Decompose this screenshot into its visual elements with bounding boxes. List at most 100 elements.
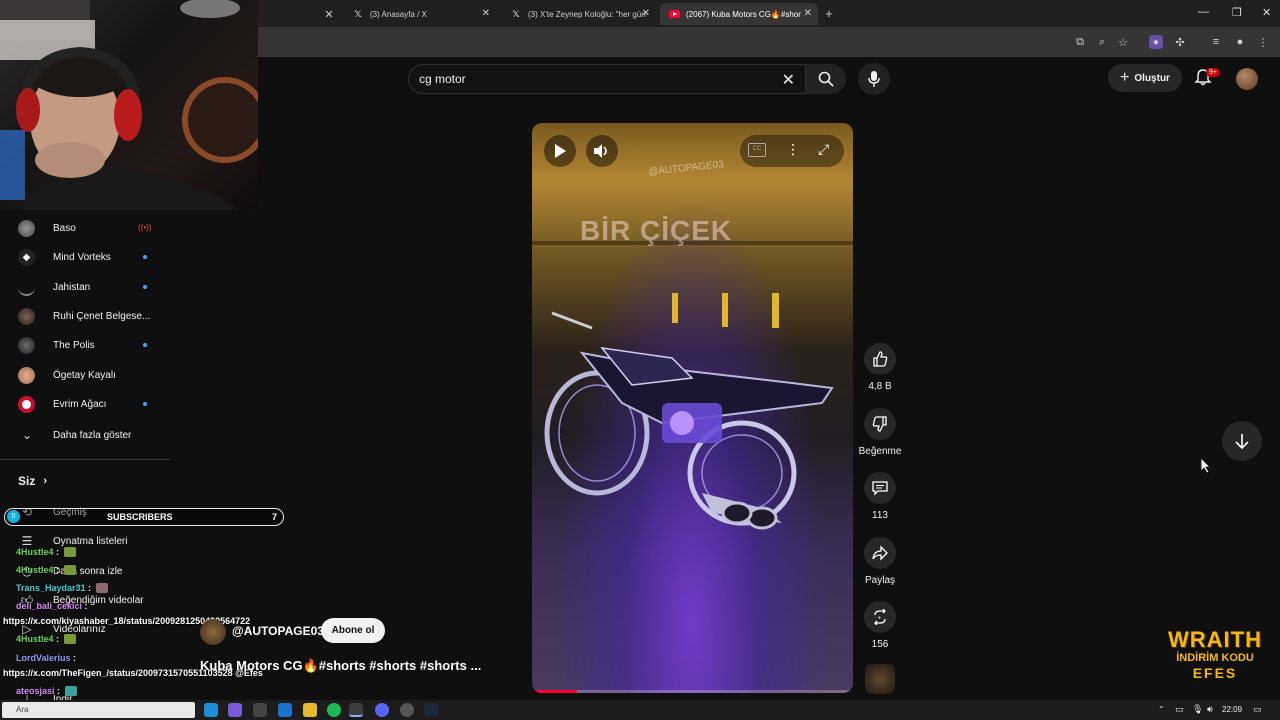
steam-icon[interactable]: [424, 703, 438, 717]
chevron-down-icon: ⌄: [21, 428, 33, 442]
emote-icon: [95, 583, 108, 593]
channel-name[interactable]: @AUTOPAGE03: [232, 624, 324, 638]
browser-tab-1[interactable]: 𝕏 (3) Anasayfa / X ✕: [344, 3, 496, 25]
video-progress-bar[interactable]: [532, 690, 853, 693]
playlist-icon: ☰: [21, 534, 33, 548]
system-tray-chevron-icon[interactable]: ⌃: [1158, 705, 1165, 714]
folder-icon[interactable]: [303, 703, 317, 717]
subscribe-button[interactable]: Abone ol: [321, 618, 385, 643]
browser-tab-active[interactable]: (2067) Kuba Motors CG🔥#shor ✕: [660, 3, 818, 25]
menu-dots-icon[interactable]: ⋮: [1256, 35, 1270, 49]
voice-search-button[interactable]: [858, 63, 890, 95]
play-button[interactable]: [544, 135, 576, 167]
close-tab-icon[interactable]: ✕: [482, 8, 490, 19]
dislike-button[interactable]: [864, 408, 896, 440]
sidebar-item-label: Jahistan: [53, 281, 91, 293]
sidebar-item-subscription[interactable]: ◆ Mind Vorteks: [18, 247, 168, 267]
emote-icon: [63, 565, 76, 575]
extension-icon[interactable]: ◆: [1149, 35, 1163, 49]
avatar: [18, 336, 35, 354]
volume-button[interactable]: [586, 135, 618, 167]
microphone-tray-icon[interactable]: 🎙︎: [1192, 704, 1203, 715]
speaker-icon[interactable]: 🔊︎: [1207, 704, 1213, 715]
spotify-icon[interactable]: [327, 703, 341, 717]
search-input[interactable]: cg motor ✕: [408, 64, 806, 94]
search-icon: [818, 71, 834, 87]
close-tab-icon[interactable]: ✕: [804, 8, 812, 19]
sidebar-item-label: Baso: [53, 222, 76, 234]
video-watermark: @AUTOPAGE03: [647, 159, 725, 178]
close-tab-icon[interactable]: ✕: [642, 8, 650, 19]
remix-button[interactable]: +: [864, 601, 896, 633]
subscriber-label: SUBSCRIBERS: [107, 512, 173, 522]
discord-icon[interactable]: [375, 703, 389, 717]
more-options-icon[interactable]: ⋮: [786, 141, 800, 158]
avatar: [18, 366, 35, 384]
fullscreen-icon[interactable]: ⤢: [818, 141, 829, 158]
captions-icon[interactable]: CC: [748, 143, 766, 157]
clear-search-icon[interactable]: ✕: [782, 70, 795, 90]
media-controls-icon[interactable]: ≡: [1209, 35, 1223, 49]
create-label: Oluştur: [1134, 72, 1170, 84]
bookmark-star-icon[interactable]: ☆: [1116, 35, 1130, 49]
sidebar-item-subscription[interactable]: Baso ((•)): [18, 218, 168, 238]
remix-icon: +: [874, 609, 886, 625]
video-title[interactable]: Kuba Motors CG🔥#shorts #shorts #shorts .…: [200, 658, 481, 674]
windows-taskbar: Ara ⌃ ▭ 🎙︎ 🔊︎ 22:09 ▭: [0, 700, 1280, 720]
app-icon[interactable]: [228, 703, 242, 717]
you-section-header[interactable]: Siz ›: [18, 474, 47, 488]
subscriber-count: 0: [7, 510, 20, 523]
chat-username: LordValerius: [16, 653, 71, 663]
live-icon: ((•)): [138, 223, 152, 232]
sidebar-item-subscription[interactable]: Evrim Ağacı: [18, 394, 168, 414]
search-button[interactable]: [806, 64, 846, 94]
sidebar-item-label: Mind Vorteks: [53, 251, 111, 263]
new-content-dot: [143, 402, 147, 406]
shorts-video-player[interactable]: BİR ÇİÇEK @AUTOPAGE03 CC ⋮ ⤢: [532, 123, 853, 693]
sidebar-item-subscription[interactable]: The Polis: [18, 335, 168, 355]
like-count: 4,8 B: [868, 381, 892, 392]
zoom-icon[interactable]: ⌕: [1095, 35, 1109, 49]
sound-thumbnail[interactable]: [865, 664, 895, 694]
show-more-button[interactable]: ⌄ Daha fazla göster: [18, 428, 131, 442]
notification-badge: 9+: [1206, 68, 1220, 77]
create-button[interactable]: + Oluştur: [1108, 64, 1182, 92]
comments-button[interactable]: [864, 472, 896, 504]
account-avatar[interactable]: [1236, 68, 1258, 90]
store-icon[interactable]: [253, 703, 267, 717]
streamer-webcam-image: [0, 0, 258, 210]
mail-icon[interactable]: [278, 703, 292, 717]
close-window-icon[interactable]: ✕: [1262, 6, 1271, 19]
network-icon[interactable]: ▭: [1175, 704, 1184, 715]
avatar: [18, 307, 35, 325]
thumbs-up-icon: [873, 351, 888, 367]
browser-tab-2[interactable]: 𝕏 (3) X'te Zeynep Koloğlu: "her gün ✕: [502, 3, 656, 25]
edge-icon[interactable]: [204, 703, 218, 717]
sponsor-code-label: İNDİRİM KODU: [1176, 652, 1254, 664]
profile-icon[interactable]: ●: [1233, 35, 1247, 49]
sidebar-item-subscription[interactable]: Ruhi Çenet Belgese...: [18, 306, 168, 326]
obs-icon[interactable]: [400, 703, 414, 717]
taskbar-clock[interactable]: 22:09: [1222, 705, 1242, 714]
notification-center-icon[interactable]: ▭: [1253, 704, 1262, 715]
sidebar-item-playlists[interactable]: ☰ Oynatma listeleri: [18, 534, 128, 548]
share-button[interactable]: [864, 537, 896, 569]
new-tab-button[interactable]: +: [822, 6, 836, 21]
chrome-icon[interactable]: [349, 703, 363, 717]
taskbar-search-input[interactable]: Ara: [2, 702, 195, 718]
close-tab-icon[interactable]: ✕: [322, 7, 336, 21]
restore-icon[interactable]: ❐: [1232, 6, 1242, 19]
chat-username: 4Hustle4: [16, 565, 54, 575]
sidebar-item-subscription[interactable]: Jahistan: [18, 277, 168, 297]
like-button[interactable]: [864, 343, 896, 375]
next-video-button[interactable]: [1222, 421, 1262, 461]
sidebar-item-subscription[interactable]: Ögetay Kayalı: [18, 365, 168, 385]
minimize-icon[interactable]: —: [1198, 6, 1209, 18]
puzzle-extensions-icon[interactable]: ✣: [1173, 35, 1187, 49]
show-more-label: Daha fazla göster: [53, 429, 132, 441]
motorcycle-image: [544, 293, 834, 530]
chat-message: 4Hustle4 :: [5, 634, 76, 644]
sidebar-item-label: Evrim Ağacı: [53, 398, 107, 410]
install-app-icon[interactable]: ⧉: [1073, 35, 1087, 49]
channel-avatar[interactable]: [200, 619, 226, 645]
